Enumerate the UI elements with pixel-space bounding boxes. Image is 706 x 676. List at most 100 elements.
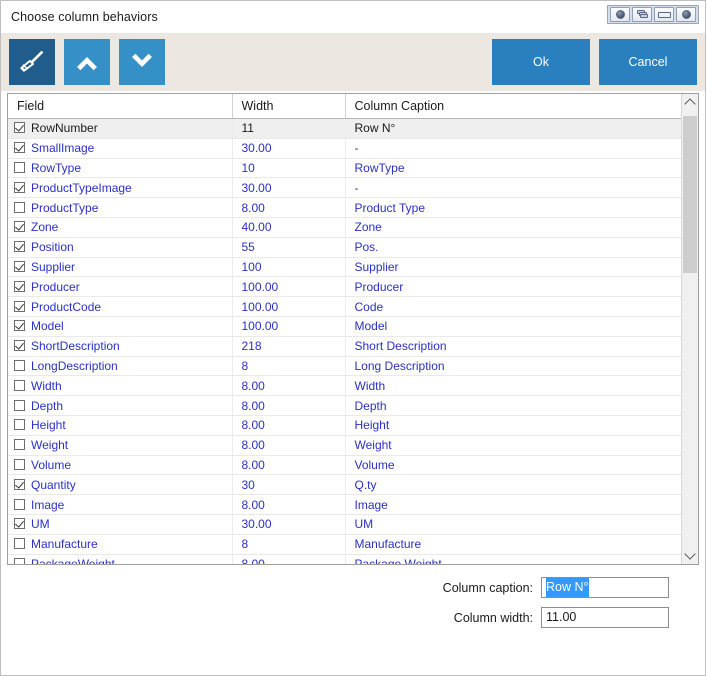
width-cell[interactable]: 100.00 xyxy=(232,296,346,317)
restore-dot-left-button[interactable] xyxy=(610,7,630,22)
caption-cell[interactable]: Weight xyxy=(345,435,681,456)
checkbox-icon[interactable] xyxy=(14,557,25,564)
width-cell[interactable]: 30.00 xyxy=(232,514,346,535)
checkbox-icon[interactable] xyxy=(14,201,25,213)
caption-cell[interactable]: Row N° xyxy=(345,118,681,139)
scroll-up-arrow[interactable] xyxy=(682,94,698,111)
checkbox-icon[interactable] xyxy=(14,359,25,371)
table-row[interactable]: Weight 8.00 Weight xyxy=(8,435,681,456)
width-cell[interactable]: 8 xyxy=(232,534,346,555)
table-row[interactable]: Supplier 100 Supplier xyxy=(8,257,681,278)
checkbox-icon[interactable] xyxy=(14,340,25,352)
table-row[interactable]: Model 100.00 Model xyxy=(8,316,681,337)
table-row[interactable]: Width 8.00 Width xyxy=(8,375,681,397)
checkbox-icon[interactable] xyxy=(14,142,25,154)
width-cell[interactable]: 8.00 xyxy=(232,435,346,456)
caption-cell[interactable]: Producer xyxy=(345,276,681,298)
caption-cell[interactable]: Width xyxy=(345,375,681,397)
caption-cell[interactable]: Volume xyxy=(345,455,681,476)
ok-button[interactable]: Ok xyxy=(492,39,590,85)
checkbox-icon[interactable] xyxy=(14,300,25,312)
width-cell[interactable]: 100.00 xyxy=(232,316,346,337)
move-up-button[interactable] xyxy=(64,39,110,85)
caption-cell[interactable]: Pos. xyxy=(345,237,681,258)
caption-cell[interactable]: RowType xyxy=(345,158,681,179)
caption-cell[interactable]: Supplier xyxy=(345,257,681,278)
caption-cell[interactable]: Depth xyxy=(345,395,681,416)
caption-cell[interactable]: Image xyxy=(345,494,681,515)
cascade-windows-button[interactable] xyxy=(632,7,652,22)
checkbox-icon[interactable] xyxy=(14,379,25,391)
width-cell[interactable]: 30.00 xyxy=(232,138,346,159)
checkbox-icon[interactable] xyxy=(14,419,25,431)
table-row[interactable]: Zone 40.00 Zone xyxy=(8,217,681,238)
scrollbar-thumb[interactable] xyxy=(683,116,697,273)
table-row[interactable]: Position 55 Pos. xyxy=(8,237,681,258)
width-cell[interactable]: 11 xyxy=(232,118,346,139)
table-row[interactable]: Quantity 30 Q.ty xyxy=(8,474,681,496)
checkbox-icon[interactable] xyxy=(14,260,25,272)
width-cell[interactable]: 218 xyxy=(232,336,346,357)
width-cell[interactable]: 55 xyxy=(232,237,346,258)
table-row[interactable]: ProductType 8.00 Product Type xyxy=(8,197,681,218)
checkbox-icon[interactable] xyxy=(14,439,25,451)
width-cell[interactable]: 8.00 xyxy=(232,375,346,397)
caption-cell[interactable]: Product Type xyxy=(345,197,681,218)
checkbox-icon[interactable] xyxy=(14,161,25,173)
caption-cell[interactable]: Short Description xyxy=(345,336,681,357)
caption-cell[interactable]: Package Weight xyxy=(345,554,681,564)
caption-cell[interactable]: Model xyxy=(345,316,681,337)
checkbox-icon[interactable] xyxy=(14,498,25,510)
table-row[interactable]: Producer 100.00 Producer xyxy=(8,276,681,298)
checkbox-icon[interactable] xyxy=(14,399,25,411)
table-row[interactable]: Volume 8.00 Volume xyxy=(8,455,681,476)
checkbox-icon[interactable] xyxy=(14,221,25,233)
table-row[interactable]: LongDescription 8 Long Description xyxy=(8,356,681,377)
checkbox-icon[interactable] xyxy=(14,181,25,193)
checkbox-icon[interactable] xyxy=(14,518,25,530)
column-width-input[interactable]: 11.00 xyxy=(541,607,669,628)
table-row[interactable]: Height 8.00 Height xyxy=(8,415,681,436)
table-row[interactable]: Image 8.00 Image xyxy=(8,494,681,515)
caption-cell[interactable]: Height xyxy=(345,415,681,436)
checkbox-icon[interactable] xyxy=(14,458,25,470)
width-cell[interactable]: 30.00 xyxy=(232,177,346,199)
checkbox-icon[interactable] xyxy=(14,241,25,253)
column-header-caption[interactable]: Column Caption xyxy=(345,94,681,119)
table-row[interactable]: PackageWeight 8.00 Package Weight xyxy=(8,554,681,564)
column-header-width[interactable]: Width xyxy=(232,94,346,119)
clear-selection-button[interactable] xyxy=(9,39,55,85)
width-cell[interactable]: 30 xyxy=(232,474,346,496)
table-row[interactable]: SmallImage 30.00- xyxy=(8,138,681,159)
table-row[interactable]: UM 30.00 UM xyxy=(8,514,681,535)
caption-cell[interactable]: UM xyxy=(345,514,681,535)
checkbox-icon[interactable] xyxy=(14,478,25,490)
width-cell[interactable]: 8.00 xyxy=(232,197,346,218)
width-cell[interactable]: 8.00 xyxy=(232,494,346,515)
caption-cell[interactable]: Code xyxy=(345,296,681,317)
checkbox-icon[interactable] xyxy=(14,320,25,332)
vertical-scrollbar[interactable] xyxy=(681,94,698,564)
column-caption-input[interactable]: Row N° xyxy=(541,577,669,598)
width-cell[interactable]: 10 xyxy=(232,158,346,179)
table-row[interactable]: Manufacture 8 Manufacture xyxy=(8,534,681,555)
width-cell[interactable]: 8.00 xyxy=(232,415,346,436)
width-cell[interactable]: 40.00 xyxy=(232,217,346,238)
scroll-down-arrow[interactable] xyxy=(682,547,698,564)
table-row[interactable]: ProductCode 100.00 Code xyxy=(8,296,681,317)
width-cell[interactable]: 100 xyxy=(232,257,346,278)
caption-cell[interactable]: Long Description xyxy=(345,356,681,377)
caption-cell[interactable]: - xyxy=(345,138,681,159)
checkbox-icon[interactable] xyxy=(14,280,25,292)
width-cell[interactable]: 100.00 xyxy=(232,276,346,298)
column-header-field[interactable]: Field xyxy=(8,94,233,119)
caption-cell[interactable]: - xyxy=(345,177,681,199)
checkbox-icon[interactable] xyxy=(14,538,25,550)
table-row[interactable]: RowType 10 RowType xyxy=(8,158,681,179)
caption-cell[interactable]: Manufacture xyxy=(345,534,681,555)
caption-cell[interactable]: Zone xyxy=(345,217,681,238)
checkbox-icon[interactable] xyxy=(14,122,25,134)
width-cell[interactable]: 8.00 xyxy=(232,554,346,564)
table-row[interactable]: ProductTypeImage 30.00- xyxy=(8,177,681,199)
width-cell[interactable]: 8 xyxy=(232,356,346,377)
